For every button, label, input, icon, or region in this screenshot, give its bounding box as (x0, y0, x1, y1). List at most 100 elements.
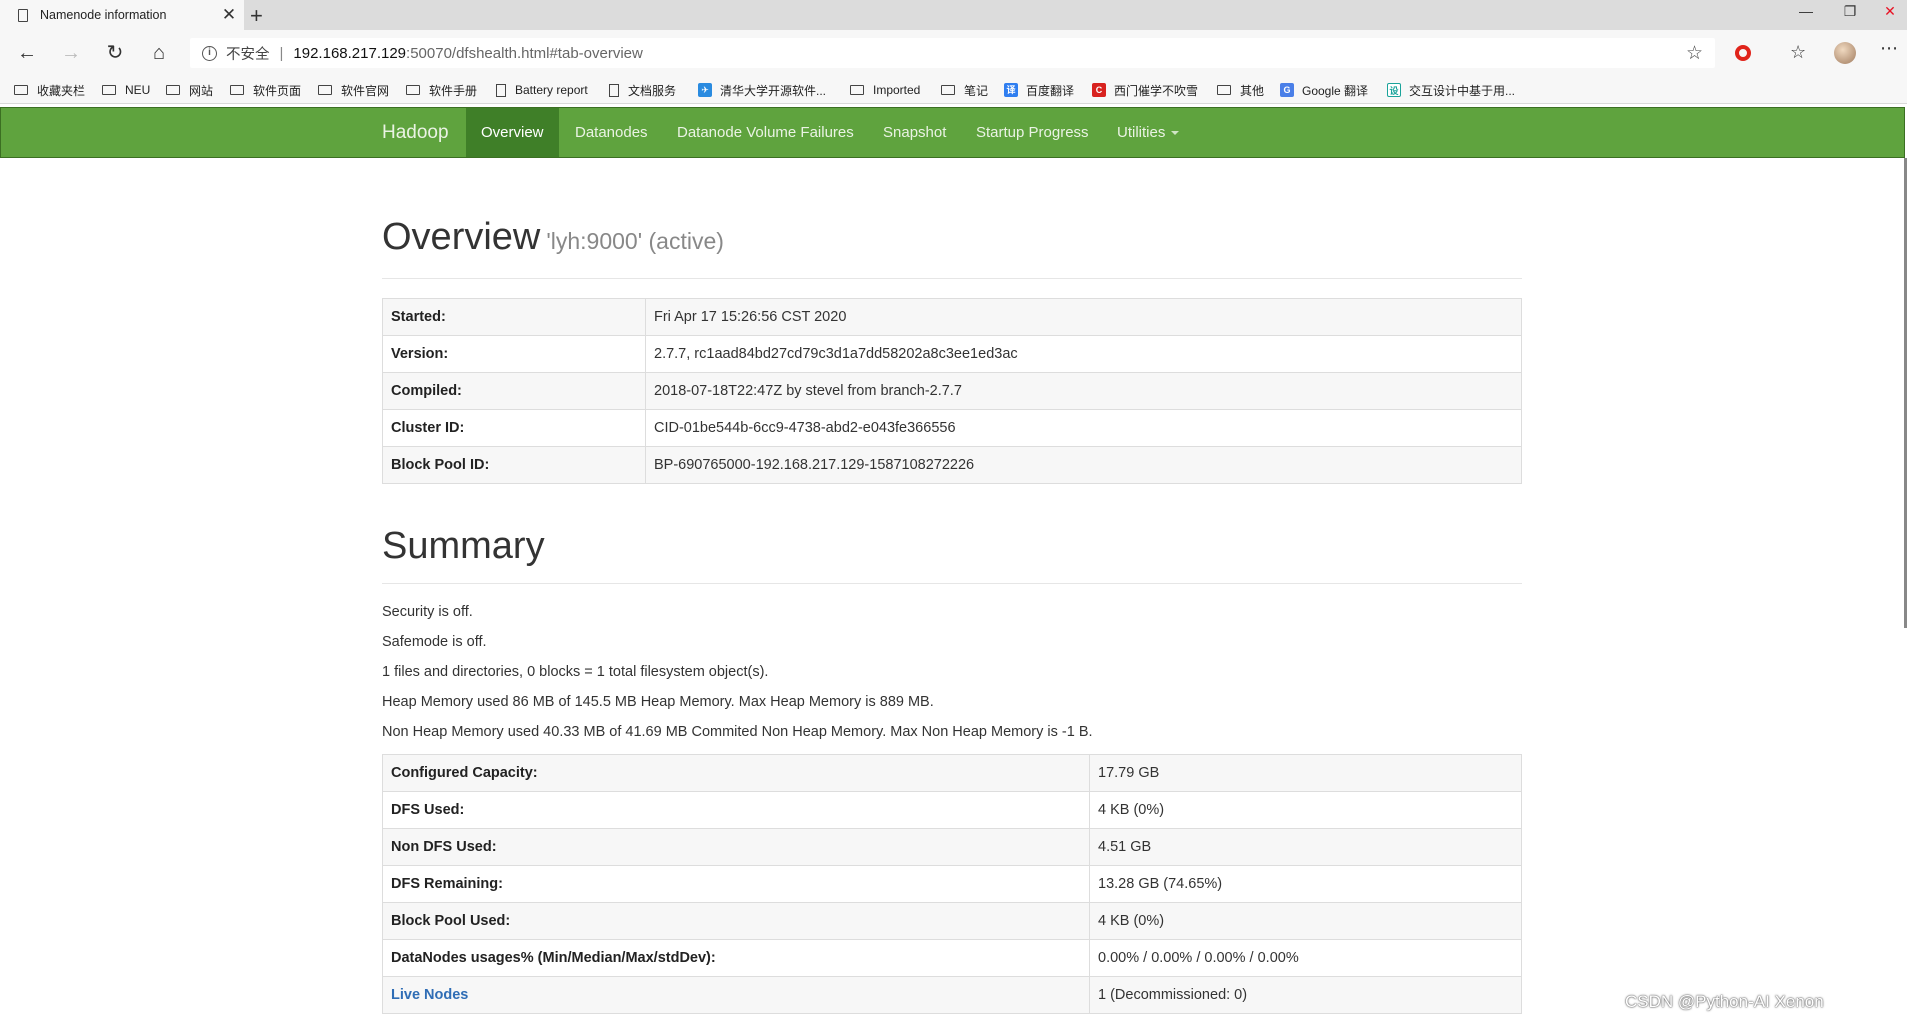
bookmark-item[interactable]: C 西门催学不吹雪 (1092, 81, 1198, 99)
bookmark-label: Imported (873, 83, 921, 97)
bookmark-label: Battery report (515, 83, 588, 97)
folder-icon (230, 85, 244, 95)
table-row: Version: 2.7.7, rc1aad84bd27cd79c3d1a7dd5… (382, 335, 1522, 373)
summary-heading: Summary (382, 525, 545, 567)
bookmark-item[interactable]: Imported (850, 81, 920, 99)
table-row: Started: Fri Apr 17 15:26:56 CST 2020 (382, 298, 1522, 336)
nav-startup-progress[interactable]: Startup Progress (961, 108, 1104, 157)
summary-table: Configured Capacity: 17.79 GB DFS Used: 4 … (382, 754, 1522, 1014)
nav-datanodes[interactable]: Datanodes (560, 108, 663, 157)
row-value: 4 KB (0%) (1089, 791, 1522, 829)
url-separator: | (279, 44, 284, 62)
restore-button[interactable]: ❐ (1828, 0, 1872, 24)
more-menu-icon[interactable]: ⋯ (1880, 38, 1898, 59)
url-bar[interactable]: i 不安全 | 192.168.217.129 :50070/dfshealth… (190, 38, 1715, 68)
hadoop-brand[interactable]: Hadoop (382, 122, 449, 144)
divider (382, 583, 1522, 584)
bookmark-item[interactable]: 笔记 (941, 81, 988, 99)
overview-heading: Overview'lyh:9000' (active) (382, 216, 724, 259)
nav-utilities[interactable]: Utilities (1102, 108, 1194, 157)
bookmark-label: 交互设计中基于用... (1409, 83, 1516, 98)
folder-icon (850, 85, 864, 95)
nav-datanode-volume-failures[interactable]: Datanode Volume Failures (662, 108, 869, 157)
bookmark-item[interactable]: G Google 翻译 (1280, 81, 1368, 99)
new-tab-button[interactable]: + (250, 3, 263, 29)
table-row: Live Nodes 1 (Decommissioned: 0) (382, 976, 1522, 1014)
tab-title: Namenode information (40, 8, 167, 22)
summary-line: Heap Memory used 86 MB of 145.5 MB Heap … (382, 694, 934, 710)
hadoop-navbar: Hadoop Overview Datanodes Datanode Volum… (0, 107, 1905, 158)
folder-icon (102, 85, 116, 95)
bookmark-label: 西门催学不吹雪 (1114, 83, 1199, 98)
bookmark-label: 笔记 (964, 83, 989, 98)
bookmark-item[interactable]: Battery report (496, 81, 588, 99)
row-value: 2018-07-18T22:47Z by stevel from branch-… (645, 372, 1522, 410)
folder-icon (941, 85, 955, 95)
document-icon (496, 83, 506, 97)
folder-icon (1217, 85, 1231, 95)
bookmark-label: 收藏夹栏 (37, 83, 86, 98)
row-value: Fri Apr 17 15:26:56 CST 2020 (645, 298, 1522, 336)
nav-overview[interactable]: Overview (466, 108, 559, 157)
row-key: Live Nodes (382, 976, 1090, 1014)
browser-tab-bar: Namenode information ✕ + — ❐ ✕ (0, 0, 1907, 30)
row-value: 13.28 GB (74.65%) (1089, 865, 1522, 903)
table-row: DFS Used: 4 KB (0%) (382, 791, 1522, 829)
opera-extension-icon[interactable] (1735, 45, 1751, 61)
folder-icon (318, 85, 332, 95)
summary-line: Security is off. (382, 604, 473, 620)
table-row: DataNodes usages% (Min/Median/Max/stdDev… (382, 939, 1522, 977)
bookmark-item[interactable]: 软件官网 (318, 81, 389, 99)
info-icon[interactable]: i (202, 45, 217, 61)
close-window-button[interactable]: ✕ (1868, 0, 1907, 24)
bookmark-item[interactable]: ✈ 清华大学开源软件... (698, 81, 826, 99)
tab-close-icon[interactable]: ✕ (214, 5, 244, 25)
favorites-list-icon[interactable]: ☆ (1790, 42, 1806, 63)
browser-tab[interactable]: Namenode information ✕ (0, 0, 244, 30)
table-row: DFS Remaining: 13.28 GB (74.65%) (382, 865, 1522, 903)
table-row: Compiled: 2018-07-18T22:47Z by stevel fro… (382, 372, 1522, 410)
folder-icon (166, 85, 180, 95)
back-icon[interactable]: ← (12, 40, 42, 66)
bookmark-item[interactable]: 软件手册 (406, 81, 477, 99)
table-row: Non DFS Used: 4.51 GB (382, 828, 1522, 866)
home-icon[interactable]: ⌂ (144, 40, 174, 66)
table-row: Cluster ID: CID-01be544b-6cc9-4738-abd2-e… (382, 409, 1522, 447)
row-key: Non DFS Used: (382, 828, 1090, 866)
row-key: Block Pool Used: (382, 902, 1090, 940)
favorite-star-icon[interactable]: ☆ (1686, 42, 1703, 65)
address-toolbar: ← → ↻ ⌂ i 不安全 | 192.168.217.129 :50070/d… (0, 30, 1907, 76)
profile-avatar[interactable] (1834, 42, 1856, 64)
bookmark-item[interactable]: 软件页面 (230, 81, 301, 99)
row-value: 0.00% / 0.00% / 0.00% / 0.00% (1089, 939, 1522, 977)
divider (382, 278, 1522, 279)
ximen-icon: C (1092, 83, 1106, 97)
row-key: DataNodes usages% (Min/Median/Max/stdDev… (382, 939, 1090, 977)
overview-table: Started: Fri Apr 17 15:26:56 CST 2020 Ver… (382, 298, 1522, 484)
bookmark-label: 软件手册 (429, 83, 478, 98)
live-nodes-link[interactable]: Live Nodes (391, 987, 468, 1003)
bookmark-label: Google 翻译 (1302, 83, 1369, 98)
table-row: Configured Capacity: 17.79 GB (382, 754, 1522, 792)
bookmark-item[interactable]: 文档服务 (609, 81, 676, 99)
minimize-button[interactable]: — (1784, 0, 1828, 24)
watermark: CSDN @Python-AI Xenon (1625, 992, 1824, 1011)
bookmark-item[interactable]: 设交互设计中基于用... (1387, 81, 1515, 99)
google-translate-icon: G (1280, 83, 1294, 97)
bookmark-item[interactable]: 其他 (1217, 81, 1264, 99)
nav-snapshot[interactable]: Snapshot (868, 108, 961, 157)
summary-line: 1 files and directories, 0 blocks = 1 to… (382, 664, 769, 680)
bookmark-label: 网站 (189, 83, 214, 98)
bookmark-label: NEU (125, 83, 151, 97)
bookmark-item[interactable]: NEU (102, 81, 150, 99)
document-icon (609, 83, 619, 97)
row-key: Started: (382, 298, 646, 336)
overview-subtitle: 'lyh:9000' (active) (546, 228, 724, 254)
interaction-design-icon: 设 (1387, 83, 1401, 97)
bookmark-item[interactable]: 收藏夹栏 (14, 81, 85, 99)
bookmark-item[interactable]: 译百度翻译 (1004, 81, 1074, 99)
refresh-icon[interactable]: ↻ (100, 40, 130, 66)
url-path: :50070/dfshealth.html#tab-overview (406, 44, 643, 62)
bookmark-item[interactable]: 网站 (166, 81, 213, 99)
forward-icon[interactable]: → (56, 40, 86, 66)
